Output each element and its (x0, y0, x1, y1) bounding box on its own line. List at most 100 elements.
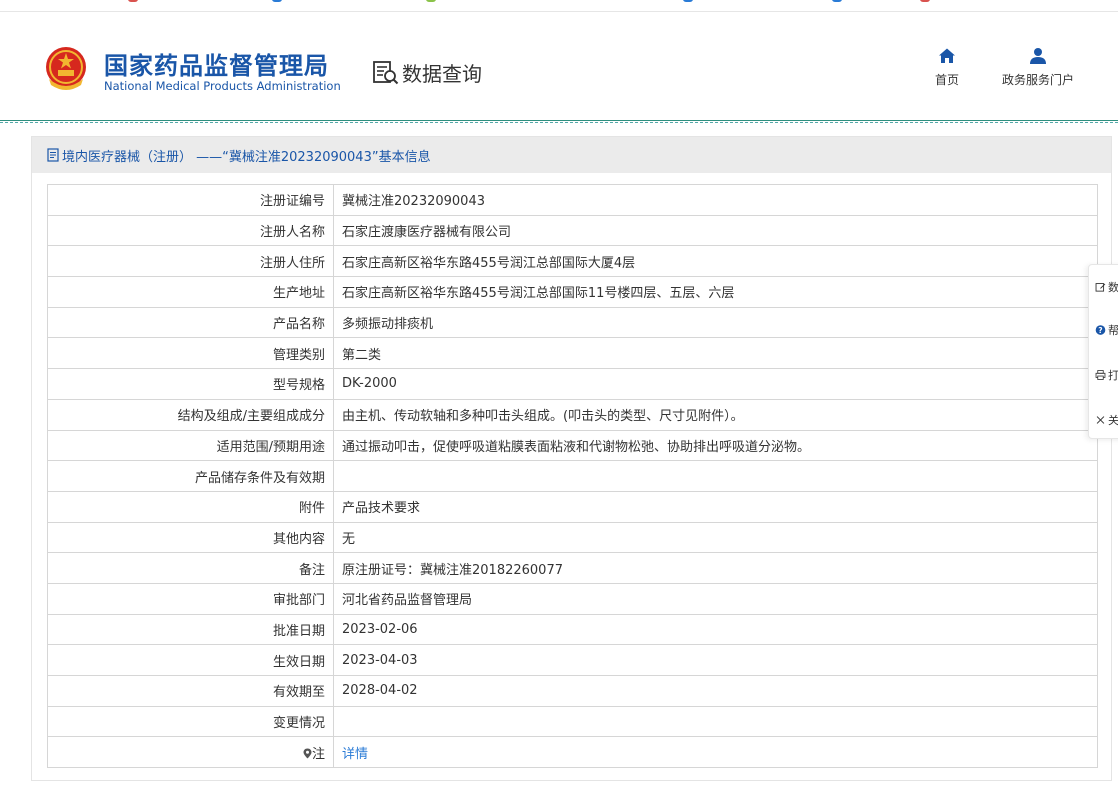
sidebar-item-close[interactable]: 关 (1095, 408, 1118, 432)
table-row: 注册人住所 石家庄高新区裕华东路455号润江总部国际大厦4层 (47, 245, 1098, 278)
data-query-title: 数据查询 (372, 58, 482, 86)
bookmark-icon[interactable] (683, 0, 693, 2)
table-row: 适用范围/预期用途 通过振动叩击，促使呼吸道粘膜表面粘液和代谢物松弛、协助排出呼吸… (47, 429, 1098, 462)
table-row: 型号规格 DK-2000 (47, 368, 1098, 400)
row-value (333, 705, 1098, 738)
row-label: 管理类别 (47, 337, 334, 370)
row-value: 2028-04-02 (333, 675, 1098, 707)
table-row: 有效期至 2028-04-02 (47, 675, 1098, 707)
bookmark-icon[interactable] (920, 0, 930, 2)
table-row: 注册人名称 石家庄渡康医疗器械有限公司 (47, 214, 1098, 247)
sidebar-item-label: 帮 (1108, 324, 1118, 337)
nav-gov-label: 政务服务门户 (1001, 73, 1074, 87)
nav-home-label: 首页 (934, 73, 959, 87)
row-label: 备注 (47, 552, 334, 584)
panel-header: 境内医疗器械（注册） ——“冀械注准20232090043”基本信息 (32, 137, 1111, 173)
table-row: 生产地址 石家庄高新区裕华东路455号润江总部国际11号楼四层、五层、六层 (47, 276, 1098, 308)
row-value: 石家庄渡康医疗器械有限公司 (333, 214, 1098, 247)
data-query-icon (373, 61, 399, 85)
pin-icon (303, 748, 312, 759)
row-label: 产品储存条件及有效期 (47, 460, 334, 492)
table-row: 生效日期 2023-04-03 (47, 644, 1098, 676)
row-label: 有效期至 (47, 675, 334, 707)
table-row: 注 详情 (47, 736, 1098, 769)
sidebar-item-help[interactable]: ? 帮 (1095, 318, 1118, 342)
row-value: 河北省药品监督管理局 (333, 582, 1098, 615)
row-label: 生效日期 (47, 644, 334, 676)
table-row: 产品名称 多频振动排痰机 (47, 306, 1098, 339)
bookmark-icon[interactable] (272, 0, 282, 2)
table-row: 备注 原注册证号：冀械注准20182260077 (47, 552, 1098, 584)
row-value: 多频振动排痰机 (333, 306, 1098, 339)
edit-icon (1095, 283, 1106, 292)
site-header: 国家药品监督管理局 National Medical Products Admi… (0, 13, 1118, 120)
data-query-label: 数据查询 (402, 61, 482, 86)
table-row: 产品储存条件及有效期 (47, 460, 1098, 492)
floating-sidebar: 数 ? 帮 打 关 (1088, 264, 1118, 439)
details-link[interactable]: 详情 (342, 747, 368, 762)
note-label: 注 (311, 746, 325, 762)
sidebar-item-label: 关 (1108, 414, 1118, 427)
row-value: 2023-04-03 (333, 644, 1098, 676)
row-label: 其他内容 (47, 521, 334, 554)
panel-title: 境内医疗器械（注册） ——“冀械注准20232090043”基本信息 (62, 149, 431, 165)
browser-bookmark-strip (0, 0, 1118, 12)
close-icon (1096, 416, 1105, 424)
table-row: 注册证编号 冀械注准20232090043 (47, 184, 1098, 216)
row-value: 冀械注准20232090043 (333, 184, 1098, 216)
row-label: 注册证编号 (47, 184, 334, 216)
sidebar-item-label: 数 (1108, 281, 1118, 294)
row-value: 产品技术要求 (333, 490, 1098, 523)
bookmark-icon[interactable] (128, 0, 138, 2)
row-label: 注册人住所 (47, 245, 334, 278)
home-icon (939, 48, 955, 63)
sidebar-item-data[interactable]: 数 (1095, 275, 1118, 299)
site-title-cn: 国家药品监督管理局 (104, 52, 329, 80)
row-label: 产品名称 (47, 306, 334, 339)
info-table: 注册证编号 冀械注准20232090043 注册人名称 石家庄渡康医疗器械有限公司 … (47, 184, 1098, 769)
print-icon (1095, 370, 1106, 380)
national-emblem-icon (46, 47, 86, 90)
row-label: 适用范围/预期用途 (47, 429, 334, 462)
row-value: 第二类 (333, 337, 1098, 370)
row-value: 无 (333, 521, 1098, 554)
row-label: 批准日期 (47, 613, 334, 646)
row-label-note: 注 (47, 736, 334, 769)
nav-gov-portal-button[interactable]: 政务服务门户 (990, 47, 1086, 88)
table-row: 其他内容无 (47, 521, 1098, 554)
header-divider (0, 120, 1118, 123)
row-value: 石家庄高新区裕华东路455号润江总部国际大厦4层 (333, 245, 1098, 278)
row-value (333, 460, 1098, 492)
bookmark-icon[interactable] (832, 0, 842, 2)
row-value: 通过振动叩击，促使呼吸道粘膜表面粘液和代谢物松弛、协助排出呼吸道分泌物。 (333, 429, 1098, 462)
sidebar-item-print[interactable]: 打 (1095, 363, 1118, 387)
row-label: 变更情况 (47, 705, 334, 738)
info-panel: 境内医疗器械（注册） ——“冀械注准20232090043”基本信息 注册证编号… (31, 136, 1112, 781)
row-label: 审批部门 (47, 582, 334, 615)
table-row: 审批部门 河北省药品监督管理局 (47, 582, 1098, 615)
site-title-en: National Medical Products Administration (104, 79, 341, 93)
row-value: 2023-02-06 (333, 613, 1098, 646)
row-label: 注册人名称 (47, 214, 334, 247)
row-value: 由主机、传动软轴和多种叩击头组成。(叩击头的类型、尺寸见附件）。 (333, 398, 1098, 431)
table-row: 管理类别 第二类 (47, 337, 1098, 370)
bookmark-icon[interactable] (426, 0, 436, 2)
row-value: DK-2000 (333, 368, 1098, 400)
table-row: 附件 产品技术要求 (47, 490, 1098, 523)
document-icon (47, 148, 59, 162)
nav-home-button[interactable]: 首页 (922, 47, 972, 88)
row-label: 型号规格 (47, 368, 334, 400)
row-value: 原注册证号：冀械注准20182260077 (333, 552, 1098, 584)
sidebar-item-label: 打 (1108, 369, 1118, 382)
svg-text:?: ? (1098, 326, 1102, 335)
row-value: 详情 (333, 736, 1098, 769)
user-icon (1030, 48, 1046, 64)
row-label: 结构及组成/主要组成成分 (47, 398, 334, 431)
row-value: 石家庄高新区裕华东路455号润江总部国际11号楼四层、五层、六层 (333, 276, 1098, 308)
help-icon: ? (1095, 325, 1106, 335)
table-row: 结构及组成/主要组成成分 由主机、传动软轴和多种叩击头组成。(叩击头的类型、尺寸见… (47, 398, 1098, 431)
row-label: 附件 (47, 490, 334, 523)
row-label: 生产地址 (47, 276, 334, 308)
table-row: 变更情况 (47, 705, 1098, 738)
table-row: 批准日期 2023-02-06 (47, 613, 1098, 646)
